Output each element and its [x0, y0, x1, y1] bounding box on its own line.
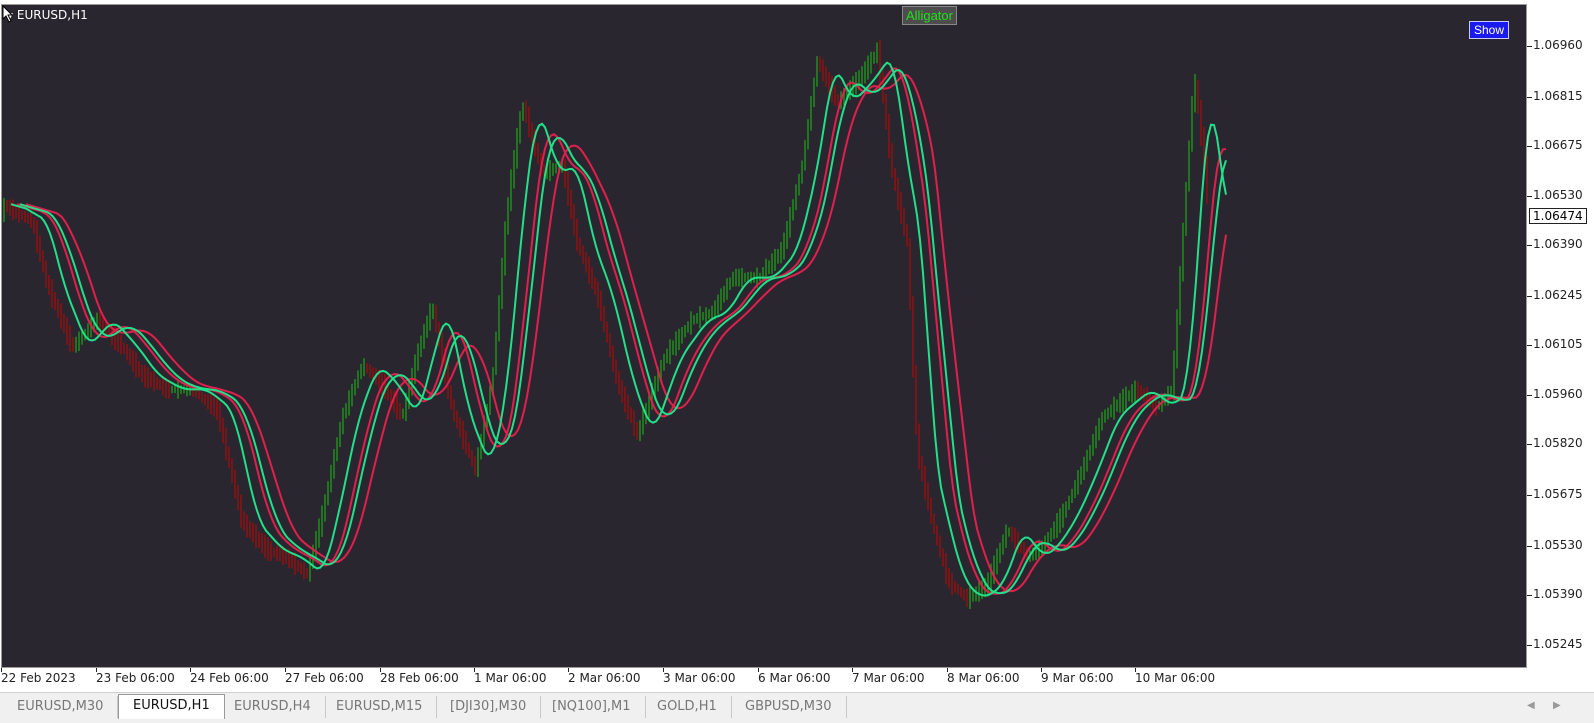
alligator-lips-line: [10, 61, 1227, 597]
price-label: 1.05675: [1533, 487, 1583, 501]
tab-scroll-right-icon[interactable]: ▶: [1553, 700, 1561, 711]
price-tick: [1527, 295, 1532, 297]
price-tick: [1527, 45, 1532, 47]
price-label: 1.05390: [1533, 586, 1583, 601]
price-label: 1.06245: [1533, 287, 1583, 302]
tab-eurusd-h4[interactable]: EURUSD,H4: [220, 696, 326, 718]
price-tick: [1527, 645, 1532, 647]
tab-dji30-m30[interactable]: [DJI30],M30: [436, 696, 542, 718]
tab-scroll-left-icon[interactable]: ◀: [1527, 700, 1535, 711]
time-axis[interactable]: 22 Feb 2023 23 Feb 06:00 24 Feb 06:00 27 Fe…: [0, 668, 1527, 690]
price-label: 1.06675: [1533, 137, 1583, 152]
tab-eurusd-h1[interactable]: EURUSD,H1: [118, 694, 225, 719]
price-label: 1.06960: [1533, 37, 1583, 52]
price-label: 1.06530: [1533, 188, 1583, 203]
price-label: 1.06390: [1533, 237, 1583, 252]
chart-plot-area[interactable]: ▼EURUSD,H1 Alligator Show: [1, 4, 1527, 668]
time-label: 3 Mar 06:00: [663, 671, 736, 685]
show-button[interactable]: Show: [1469, 21, 1510, 39]
price-tick: [1527, 344, 1532, 346]
candlesticks: [3, 40, 1208, 610]
alligator-lips-line-2: [19, 68, 1227, 595]
price-tick: [1527, 495, 1532, 496]
price-tick: [1527, 245, 1532, 247]
time-label: 6 Mar 06:00: [758, 671, 831, 685]
chart-tab-bar: EURUSD,M30 EURUSD,H1 EURUSD,H4 EURUSD,M15 [D…: [0, 692, 1594, 723]
time-label: 7 Mar 06:00: [852, 671, 925, 685]
time-label: 24 Feb 06:00: [190, 671, 269, 685]
price-chart-svg: [3, 40, 1227, 610]
price-label: 1.05960: [1533, 387, 1583, 402]
chart-symbol-title: ▼EURUSD,H1: [6, 8, 88, 22]
price-tick: [1527, 594, 1532, 596]
time-label: 8 Mar 06:00: [947, 671, 1020, 685]
tab-eurusd-m30[interactable]: EURUSD,M30: [3, 696, 119, 718]
time-label: 1 Mar 06:00: [474, 671, 547, 685]
price-label: 1.05245: [1533, 637, 1583, 652]
time-label: 23 Feb 06:00: [96, 671, 175, 685]
price-tick: [1527, 96, 1532, 98]
alligator-jaw-line: [25, 73, 1227, 593]
symbol-label: EURUSD,H1: [16, 8, 88, 22]
tab-nq100-m1[interactable]: [NQ100],M1: [538, 696, 646, 718]
time-label: 10 Mar 06:00: [1135, 671, 1216, 685]
price-label: 1.05820: [1533, 436, 1583, 451]
current-price-label: 1.06474: [1529, 207, 1587, 224]
price-tick: [1527, 545, 1532, 547]
price-label: 1.06105: [1533, 336, 1583, 351]
price-label: 1.05530: [1533, 537, 1583, 552]
price-label: 1.06815: [1533, 88, 1583, 103]
chart-window: ▼EURUSD,H1 Alligator Show 1.06960 1.06815…: [0, 0, 1594, 692]
tab-eurusd-m15[interactable]: EURUSD,M15: [322, 696, 438, 718]
price-axis[interactable]: 1.06960 1.06815 1.06675 1.06530 1.06390 1.062…: [1527, 4, 1594, 668]
price-tick: [1527, 145, 1532, 147]
price-tick: [1527, 395, 1532, 397]
tab-gold-h1[interactable]: GOLD,H1: [643, 696, 732, 718]
indicator-name-label: Alligator: [902, 6, 957, 25]
mouse-cursor-icon: [2, 5, 14, 23]
time-label: 2 Mar 06:00: [568, 671, 641, 685]
time-label: 22 Feb 2023: [1, 671, 76, 685]
time-label: 9 Mar 06:00: [1041, 671, 1114, 685]
price-tick: [1527, 444, 1532, 446]
time-label: 28 Feb 06:00: [380, 671, 459, 685]
tab-gbpusd-m30[interactable]: GBPUSD,M30: [731, 696, 847, 718]
price-tick: [1527, 196, 1532, 198]
time-label: 27 Feb 06:00: [285, 671, 364, 685]
